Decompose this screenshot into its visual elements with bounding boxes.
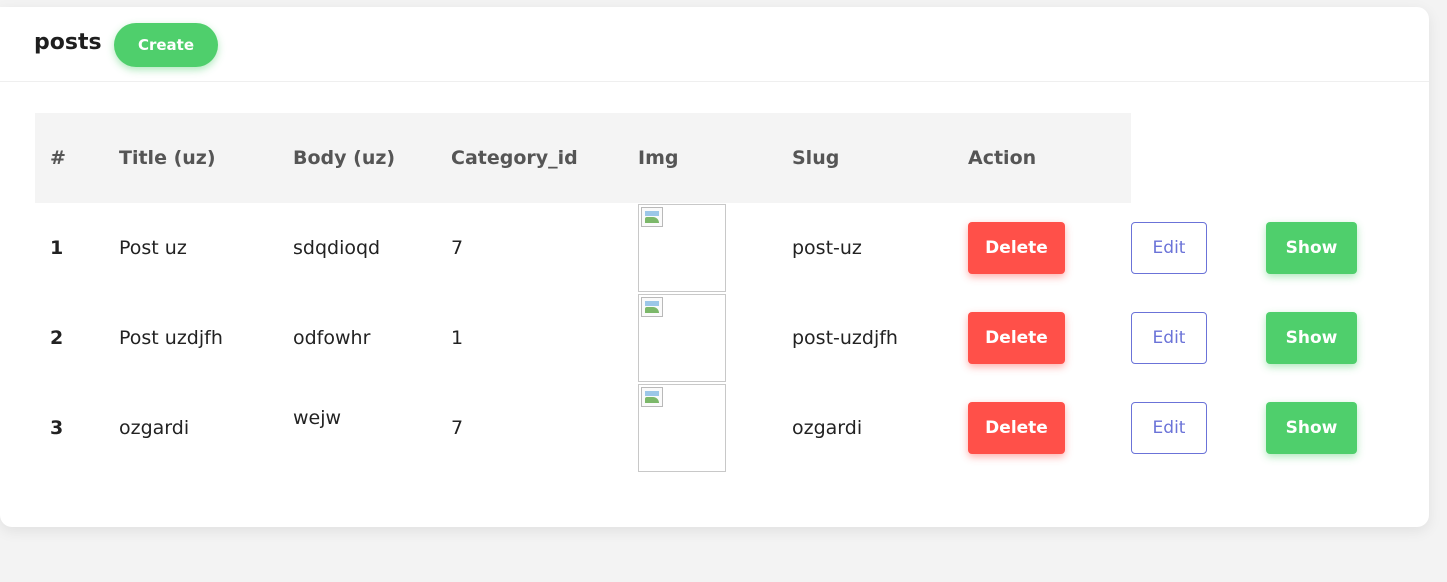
column-header-body: Body (uz) (293, 113, 451, 203)
edit-button[interactable]: Edit (1131, 222, 1207, 274)
row-img-cell (638, 293, 792, 383)
row-delete-cell: Delete (968, 293, 1131, 383)
broken-image-icon (641, 207, 663, 227)
card-header: posts Create (0, 7, 1429, 82)
row-category-id: 1 (451, 327, 464, 349)
delete-button[interactable]: Delete (968, 312, 1065, 364)
row-body: sdqdioqd (293, 237, 381, 259)
row-category-id: 7 (451, 417, 464, 439)
edit-button[interactable]: Edit (1131, 312, 1207, 364)
row-edit-cell: Edit (1131, 203, 1266, 293)
delete-button[interactable]: Delete (968, 402, 1065, 454)
column-header-number: # (35, 113, 119, 203)
posts-card: posts Create # Title (uz) Body (uz) Cate… (0, 7, 1429, 527)
row-show-cell: Show (1266, 383, 1386, 473)
row-show-cell: Show (1266, 203, 1386, 293)
header-spacer (1266, 113, 1386, 203)
show-button[interactable]: Show (1266, 402, 1357, 454)
row-title: ozgardi (119, 417, 190, 439)
row-edit-cell: Edit (1131, 383, 1266, 473)
column-header-category-id: Category_id (451, 113, 638, 203)
row-img-cell (638, 383, 792, 473)
column-header-img: Img (638, 113, 792, 203)
row-slug: ozgardi (792, 417, 863, 439)
table-row: 2 Post uzdjfh odfowhr 1 post-uzdjfh Dele… (35, 293, 1386, 383)
broken-image-icon (641, 297, 663, 317)
row-number: 3 (50, 417, 64, 439)
row-edit-cell: Edit (1131, 293, 1266, 383)
row-delete-cell: Delete (968, 203, 1131, 293)
row-number: 1 (50, 237, 64, 259)
post-image (638, 294, 726, 382)
show-button[interactable]: Show (1266, 222, 1357, 274)
row-number: 2 (50, 327, 64, 349)
column-header-action: Action (968, 113, 1131, 203)
post-image (638, 384, 726, 472)
row-body: odfowhr (293, 327, 371, 349)
row-delete-cell: Delete (968, 383, 1131, 473)
broken-image-icon (641, 387, 663, 407)
table-row: 1 Post uz sdqdioqd 7 post-uz Delete Edit (35, 203, 1386, 293)
row-slug: post-uzdjfh (792, 327, 898, 349)
show-button[interactable]: Show (1266, 312, 1357, 364)
row-body: wejw (293, 407, 342, 429)
create-button[interactable]: Create (114, 23, 218, 67)
row-slug: post-uz (792, 237, 862, 259)
column-header-title: Title (uz) (119, 113, 293, 203)
row-img-cell (638, 203, 792, 293)
row-category-id: 7 (451, 237, 464, 259)
delete-button[interactable]: Delete (968, 222, 1065, 274)
post-image (638, 204, 726, 292)
row-body-cell: wejw (293, 383, 451, 473)
row-show-cell: Show (1266, 293, 1386, 383)
page-title: posts (34, 30, 102, 55)
table-row: 3 ozgardi wejw 7 ozgardi Delete Edit Sho… (35, 383, 1386, 473)
edit-button[interactable]: Edit (1131, 402, 1207, 454)
table-header-row: # Title (uz) Body (uz) Category_id Img S… (35, 113, 1386, 203)
header-spacer (1131, 113, 1266, 203)
row-title: Post uzdjfh (119, 327, 223, 349)
column-header-slug: Slug (792, 113, 968, 203)
row-title: Post uz (119, 237, 187, 259)
posts-table: # Title (uz) Body (uz) Category_id Img S… (35, 113, 1386, 473)
